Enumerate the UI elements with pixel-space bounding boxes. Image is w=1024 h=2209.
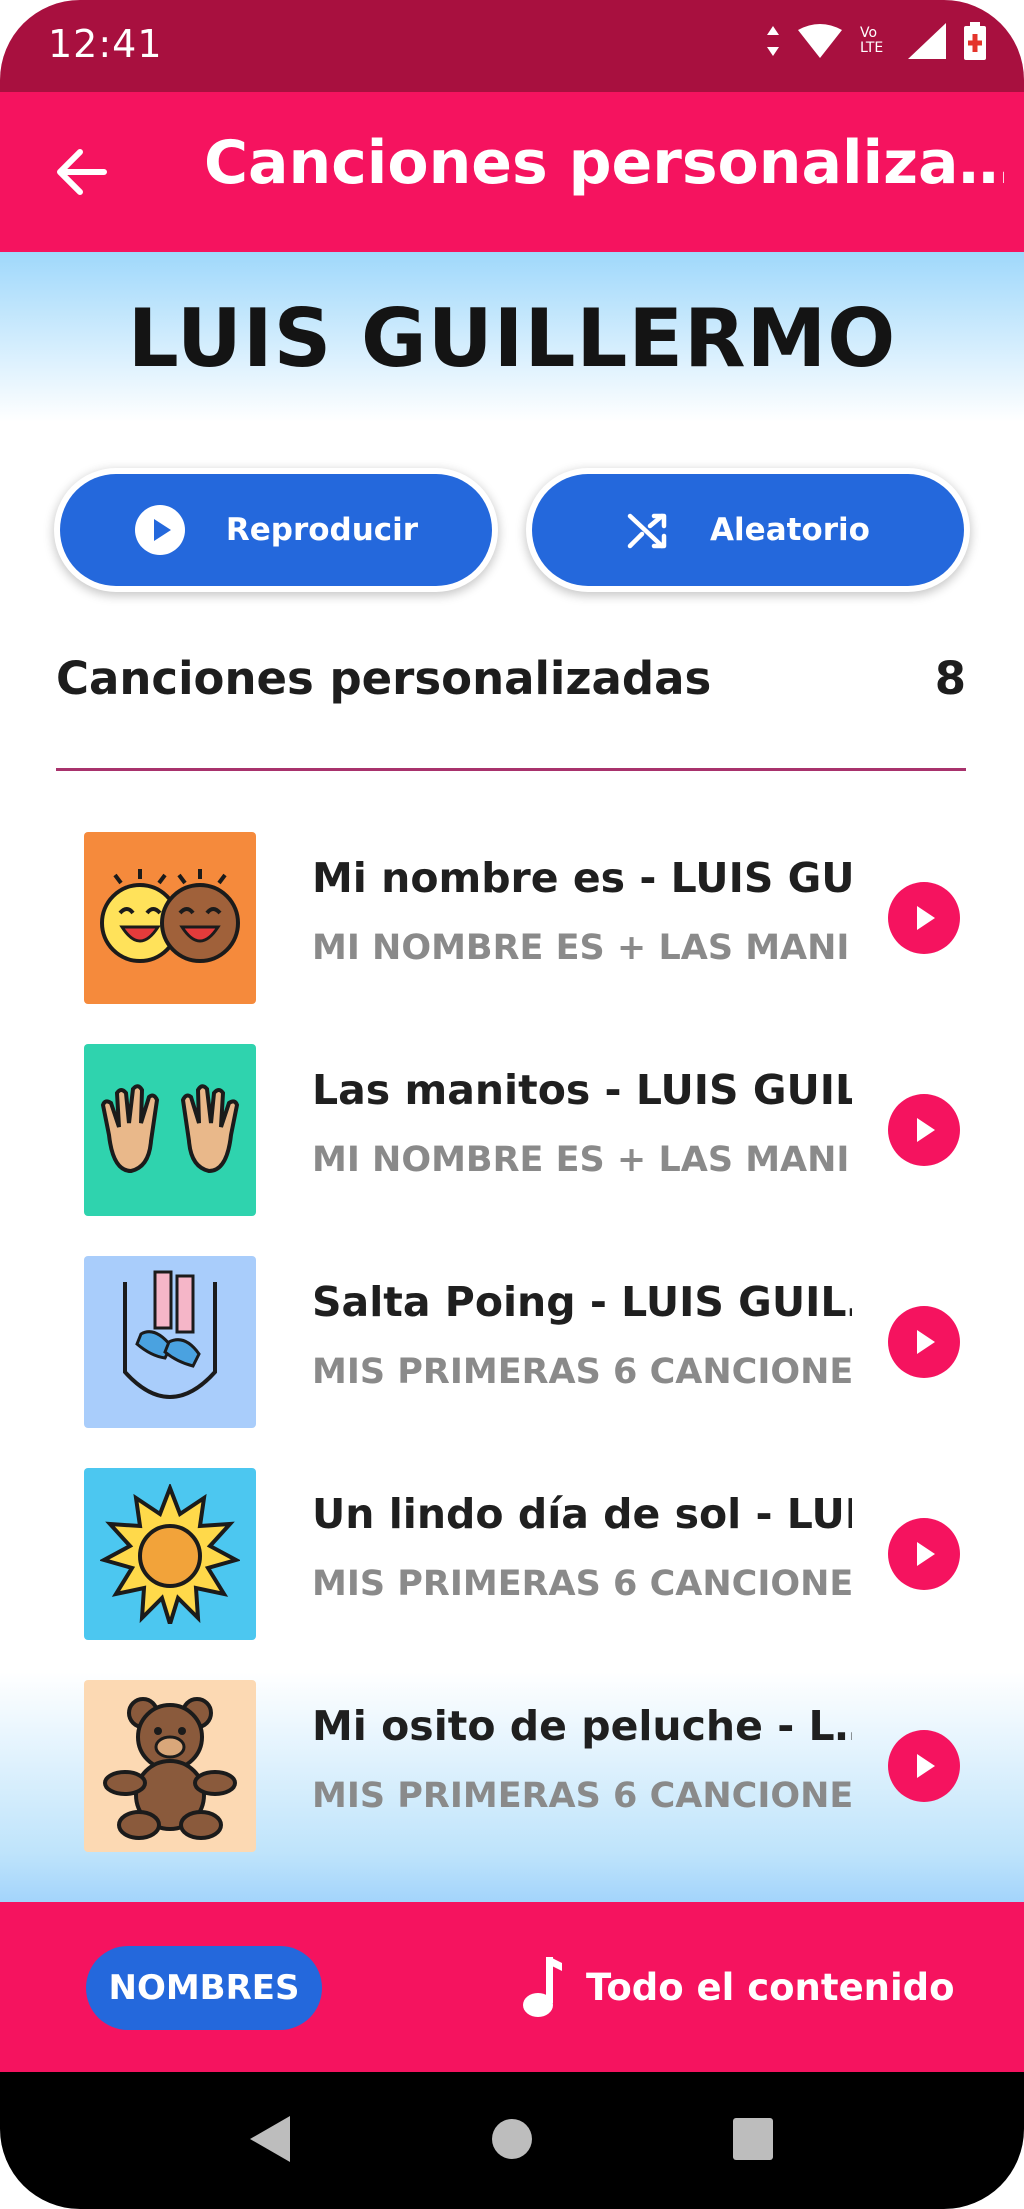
status-time: 12:41: [48, 22, 163, 66]
song-thumbnail: [84, 832, 256, 1004]
app-bar: Canciones personaliza…: [0, 92, 1024, 252]
wifi-icon: [798, 24, 842, 58]
signal-icon: [908, 23, 946, 59]
music-note-icon: [523, 1957, 562, 2017]
teddy-bear-icon: [103, 1697, 237, 1840]
song-row[interactable]: Un lindo día de sol - LUI… MIS PRIMERAS …: [0, 1468, 1024, 1680]
section-title: Canciones personalizadas: [56, 652, 712, 705]
play-icon: [917, 1118, 935, 1142]
shuffle-icon: [627, 513, 667, 549]
shuffle-button[interactable]: Aleatorio: [532, 474, 964, 586]
main-content[interactable]: LUIS GUILLERMO Reproducir Aleatorio Canc…: [0, 252, 1024, 1902]
song-album: MIS PRIMERAS 6 CANCIONE…: [312, 1776, 852, 1816]
song-title: Un lindo día de sol - LUI…: [312, 1490, 852, 1538]
play-icon: [917, 1330, 935, 1354]
status-icons: Vo LTE: [766, 22, 986, 60]
song-thumbnail: [84, 1256, 256, 1428]
song-title: Salta Poing - LUIS GUIL…: [312, 1278, 852, 1326]
song-title: Mi osito de peluche - L…: [312, 1702, 852, 1750]
song-row[interactable]: Las manitos - LUIS GUIL… MI NOMBRE ES + …: [0, 1044, 1024, 1256]
shuffle-label: Aleatorio: [710, 512, 870, 548]
song-thumbnail: [84, 1680, 256, 1852]
battery-icon: [964, 22, 986, 60]
system-nav-bar: [0, 2072, 1024, 2209]
phone-screen: 12:41 Vo LTE Canciones personaliza… LUIS…: [0, 0, 1024, 2209]
play-icon: [917, 1754, 935, 1778]
nav-all-content-tab[interactable]: Todo el contenido: [520, 1942, 955, 2032]
volte-label: Vo LTE: [860, 25, 884, 56]
song-row[interactable]: Mi osito de peluche - L… MIS PRIMERAS 6 …: [0, 1680, 1024, 1892]
song-row[interactable]: Mi nombre es - LUIS GU… MI NOMBRE ES + L…: [0, 832, 1024, 1044]
nav-names-tab[interactable]: NOMBRES: [86, 1946, 322, 2030]
song-play-button[interactable]: [888, 1094, 960, 1166]
song-play-button[interactable]: [888, 1518, 960, 1590]
play-all-button[interactable]: Reproducir: [60, 474, 492, 586]
song-row[interactable]: Salta Poing - LUIS GUIL… MIS PRIMERAS 6 …: [0, 1256, 1024, 1468]
data-arrows-icon: [767, 26, 779, 56]
song-thumbnail: [84, 1468, 256, 1640]
laughing-faces-icon: [100, 869, 240, 963]
play-icon: [917, 1542, 935, 1566]
status-bar: 12:41 Vo LTE: [0, 0, 1024, 92]
play-icon: [917, 906, 935, 930]
bottom-nav: NOMBRES Todo el contenido: [0, 1902, 1024, 2072]
nav-all-content-label: Todo el contenido: [586, 1965, 955, 2009]
song-album: MIS PRIMERAS 6 CANCIONE…: [312, 1564, 852, 1604]
play-circle-icon: [134, 505, 185, 555]
song-album: MI NOMBRE ES + LAS MANI…: [312, 1140, 852, 1180]
system-recents-icon[interactable]: [730, 2114, 776, 2164]
song-play-button[interactable]: [888, 1306, 960, 1378]
sun-icon: [100, 1484, 240, 1624]
song-count: 8: [934, 652, 966, 705]
song-play-button[interactable]: [888, 1730, 960, 1802]
song-album: MIS PRIMERAS 6 CANCIONE…: [312, 1352, 852, 1392]
jumping-feet-icon: [123, 1270, 217, 1399]
system-home-icon[interactable]: [490, 2114, 534, 2164]
song-thumbnail: [84, 1044, 256, 1216]
hands-icon: [100, 1084, 240, 1174]
song-title: Mi nombre es - LUIS GU…: [312, 854, 852, 902]
page-title: Canciones personaliza…: [204, 128, 1004, 198]
profile-name: LUIS GUILLERMO: [127, 292, 897, 385]
song-title: Las manitos - LUIS GUIL…: [312, 1066, 852, 1114]
play-all-label: Reproducir: [225, 512, 419, 548]
song-play-button[interactable]: [888, 882, 960, 954]
system-back-icon[interactable]: [246, 2114, 292, 2164]
back-arrow-icon[interactable]: [52, 142, 112, 202]
divider: [56, 768, 966, 771]
song-list: Mi nombre es - LUIS GU… MI NOMBRE ES + L…: [0, 832, 1024, 1892]
song-album: MI NOMBRE ES + LAS MANI…: [312, 928, 852, 968]
